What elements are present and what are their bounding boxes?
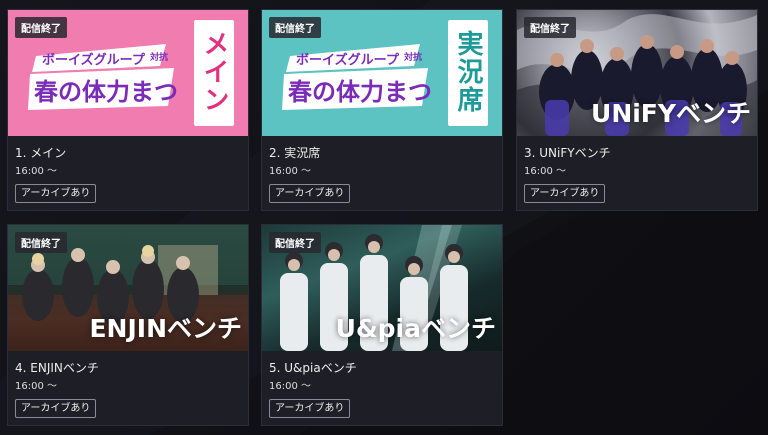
thumbnail-overlay-text: UNiFYベンチ <box>591 99 751 128</box>
event-thumbnail[interactable]: 配信終了 ENJINベンチ <box>8 225 248 351</box>
status-badge: 配信終了 <box>524 17 576 38</box>
event-time: 16:00 〜 <box>269 381 311 392</box>
event-title[interactable]: 4. ENJINベンチ <box>15 359 241 377</box>
event-grid: 配信終了 ボーイズグループ 対抗 春の体力まつり メイン 1. メイン 16:0… <box>0 0 768 435</box>
archive-badge: アーカイブあり <box>15 184 97 203</box>
event-thumbnail[interactable]: 配信終了 ボーイズグループ 対抗 春の体力まつり メイン <box>8 10 248 136</box>
logo-small: 対抗 <box>403 51 422 63</box>
event-logo: ボーイズグループ 対抗 春の体力まつり <box>28 44 178 110</box>
logo-line2: 春の体力まつり <box>34 78 178 106</box>
event-time: 16:00 〜 <box>269 166 311 177</box>
status-badge: 配信終了 <box>269 17 321 38</box>
side-label-text: メイン <box>199 30 229 114</box>
status-badge: 配信終了 <box>15 17 67 38</box>
event-thumbnail[interactable]: 配信終了 UNiFYベンチ <box>517 10 757 136</box>
archive-badge: アーカイブあり <box>269 184 351 203</box>
event-time: 16:00 〜 <box>524 166 566 177</box>
event-title[interactable]: 2. 実況席 <box>269 144 495 162</box>
thumbnail-overlay-text: U&piaベンチ <box>335 314 496 343</box>
archive-badge: アーカイブあり <box>15 399 97 418</box>
event-time: 16:00 〜 <box>15 166 57 177</box>
side-label-text: 実況席 <box>453 30 483 114</box>
event-thumbnail[interactable]: 配信終了 U&piaベンチ <box>262 225 502 351</box>
event-card-enjin-bench[interactable]: 配信終了 ENJINベンチ 4. ENJINベンチ 16:00 〜 アーカイブあ… <box>7 224 249 426</box>
logo-line1: ボーイズグループ <box>296 52 400 68</box>
side-label: 実況席 <box>448 20 488 126</box>
status-badge: 配信終了 <box>269 232 321 253</box>
archive-badge: アーカイブあり <box>524 184 606 203</box>
logo-small: 対抗 <box>149 51 168 63</box>
thumbnail-overlay-text: ENJINベンチ <box>89 314 242 343</box>
event-logo: ボーイズグループ 対抗 春の体力まつり <box>282 44 432 110</box>
event-title[interactable]: 5. U&piaベンチ <box>269 359 495 377</box>
event-card-upia-bench[interactable]: 配信終了 U&piaベンチ 5. U&piaベンチ 16:00 〜 アーカイブあ… <box>261 224 503 426</box>
event-title[interactable]: 1. メイン <box>15 144 241 162</box>
status-badge: 配信終了 <box>15 232 67 253</box>
side-label: メイン <box>194 20 234 126</box>
event-card-unify-bench[interactable]: 配信終了 UNiFYベンチ 3. UNiFYベンチ 16:00 〜 アーカイブあ… <box>516 9 758 211</box>
page: 配信終了 ボーイズグループ 対抗 春の体力まつり メイン 1. メイン 16:0… <box>0 0 768 435</box>
logo-line2: 春の体力まつり <box>288 78 432 106</box>
event-card-main[interactable]: 配信終了 ボーイズグループ 対抗 春の体力まつり メイン 1. メイン 16:0… <box>7 9 249 211</box>
event-time: 16:00 〜 <box>15 381 57 392</box>
logo-line1: ボーイズグループ <box>42 52 146 68</box>
event-title[interactable]: 3. UNiFYベンチ <box>524 144 750 162</box>
event-card-commentary[interactable]: 配信終了 ボーイズグループ 対抗 春の体力まつり 実況席 2. 実況席 16:0… <box>261 9 503 211</box>
archive-badge: アーカイブあり <box>269 399 351 418</box>
event-thumbnail[interactable]: 配信終了 ボーイズグループ 対抗 春の体力まつり 実況席 <box>262 10 502 136</box>
